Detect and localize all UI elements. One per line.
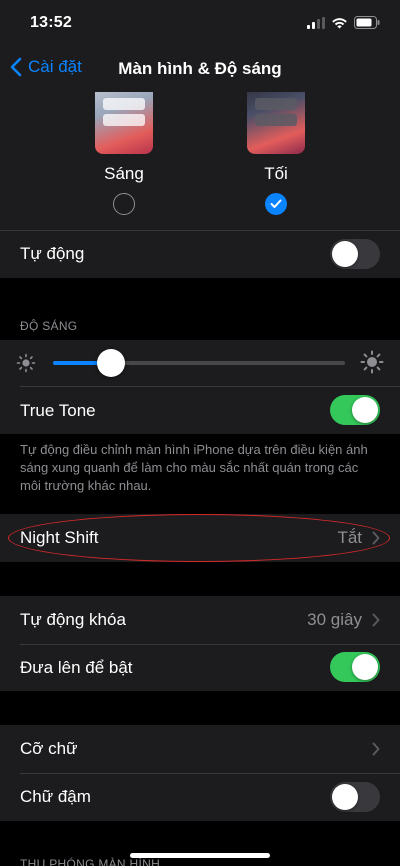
light-mode-radio[interactable]: [113, 193, 135, 215]
raise-to-wake-toggle[interactable]: [330, 652, 380, 682]
auto-lock-row[interactable]: Tự động khóa 30 giây: [0, 596, 400, 644]
cellular-signal-icon: [307, 16, 325, 29]
brightness-section-header: ĐỘ SÁNG: [20, 319, 78, 333]
auto-appearance-row: Tự động: [0, 230, 400, 278]
chevron-right-icon: [372, 531, 380, 545]
bold-text-toggle[interactable]: [330, 782, 380, 812]
auto-lock-label: Tự động khóa: [20, 610, 126, 629]
raise-to-wake-row: Đưa lên để bật: [0, 644, 400, 691]
bold-text-label: Chữ đậm: [20, 787, 91, 806]
divider: [20, 644, 400, 645]
checkmark-icon: [270, 199, 282, 208]
brightness-slider-thumb[interactable]: [97, 349, 126, 377]
dark-mode-radio[interactable]: [265, 193, 287, 215]
display-zoom-section-header: THU PHÓNG MÀN HÌNH: [20, 857, 161, 866]
appearance-section: Sáng Tối: [0, 92, 400, 230]
chevron-right-icon: [372, 742, 380, 756]
sun-large-icon: [360, 350, 384, 374]
auto-appearance-label: Tự động: [20, 244, 85, 263]
page-title: Màn hình & Độ sáng: [118, 59, 282, 78]
status-bar: 13:52: [0, 0, 400, 48]
night-shift-value: Tắt: [337, 528, 362, 547]
home-indicator: [130, 853, 270, 858]
navigation-bar: Cài đặt Màn hình & Độ sáng: [0, 48, 400, 92]
night-shift-label: Night Shift: [20, 528, 99, 547]
wifi-icon: [332, 17, 347, 28]
sun-small-icon: [16, 353, 36, 373]
true-tone-description: Tự động điều chỉnh màn hình iPhone dựa t…: [20, 442, 368, 493]
light-mode-preview[interactable]: [95, 92, 153, 154]
status-icons: [307, 16, 380, 29]
night-shift-row[interactable]: Night Shift Tắt: [0, 514, 400, 562]
status-time: 13:52: [30, 14, 72, 31]
text-size-label: Cỡ chữ: [20, 739, 78, 758]
bold-text-row: Chữ đậm: [0, 773, 400, 821]
light-mode-label: Sáng: [104, 164, 144, 183]
text-size-row[interactable]: Cỡ chữ: [0, 725, 400, 773]
dark-mode-preview[interactable]: [247, 92, 305, 154]
chevron-right-icon: [372, 613, 380, 627]
divider: [0, 230, 400, 231]
divider: [20, 386, 400, 387]
battery-icon: [354, 16, 380, 29]
dark-mode-label: Tối: [264, 164, 288, 183]
raise-to-wake-label: Đưa lên để bật: [20, 658, 133, 677]
true-tone-label: True Tone: [20, 401, 96, 420]
brightness-slider-row: [0, 340, 400, 386]
true-tone-toggle[interactable]: [330, 395, 380, 425]
auto-lock-value: 30 giây: [307, 610, 362, 629]
divider: [20, 773, 400, 774]
true-tone-row: True Tone: [0, 386, 400, 434]
auto-appearance-toggle[interactable]: [330, 239, 380, 269]
